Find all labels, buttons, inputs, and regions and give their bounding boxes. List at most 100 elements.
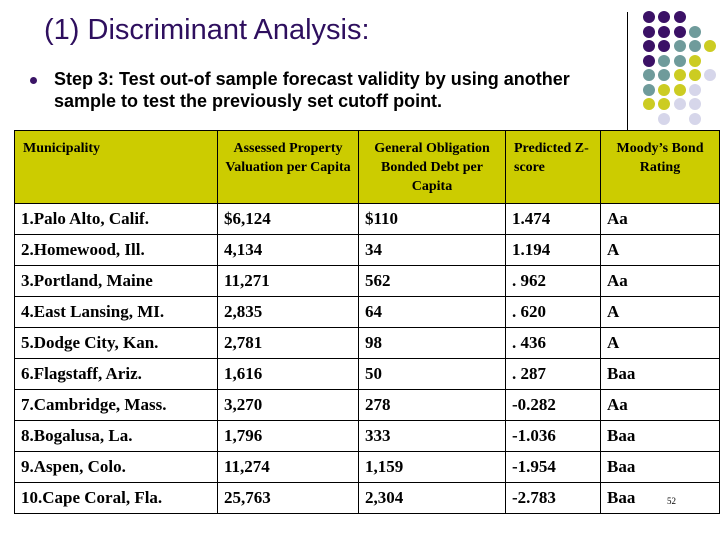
cell-z-score: -1.036 xyxy=(505,420,601,452)
cell-property-valuation: 3,270 xyxy=(217,389,359,421)
decorative-dot xyxy=(688,40,701,52)
cell-bond-rating: Aa xyxy=(600,389,720,421)
decorative-divider xyxy=(627,12,628,130)
cell-bond-rating: A xyxy=(600,327,720,359)
cell-property-valuation: 2,835 xyxy=(217,296,359,328)
cell-municipality: 10.Cape Coral, Fla. xyxy=(14,482,218,514)
decorative-dot xyxy=(673,11,686,23)
cell-property-valuation: 1,796 xyxy=(217,420,359,452)
decorative-dot xyxy=(704,40,717,52)
decorative-dot xyxy=(688,83,701,96)
decorative-dot xyxy=(704,69,717,81)
decorative-dot xyxy=(643,40,655,52)
cell-property-valuation: 11,274 xyxy=(217,451,359,483)
cell-z-score: . 962 xyxy=(505,265,601,297)
cell-municipality: 6.Flagstaff, Ariz. xyxy=(14,358,218,390)
decorative-dot xyxy=(688,112,701,125)
cell-bond-rating: Baa xyxy=(600,451,720,483)
cell-municipality: 3.Portland, Maine xyxy=(14,265,218,297)
decorative-dot xyxy=(658,112,671,125)
bullet-icon xyxy=(30,77,37,84)
cell-municipality: 2.Homewood, Ill. xyxy=(14,234,218,266)
decorative-dot xyxy=(673,83,686,96)
cell-bond-rating: A xyxy=(600,234,720,266)
cell-z-score: -1.954 xyxy=(505,451,601,483)
cell-property-valuation: 11,271 xyxy=(217,265,359,297)
table-row: 3.Portland, Maine 11,271 562. 962 Aa xyxy=(14,265,720,297)
page-number: 52 xyxy=(667,496,676,506)
cell-bond-rating: Baa xyxy=(600,482,720,514)
slide-title: (1) Discriminant Analysis: xyxy=(44,14,370,46)
cell-bonded-debt: 50 xyxy=(358,358,506,390)
cell-municipality: 7.Cambridge, Mass. xyxy=(14,389,218,421)
header-bonded-debt: General Obligation Bonded Debt per Capit… xyxy=(358,130,506,204)
decorative-dot xyxy=(673,40,686,52)
decorative-dot xyxy=(688,69,701,81)
table-row: 4.East Lansing, MI. 2,835 64. 620 A xyxy=(14,296,720,328)
decorative-dot xyxy=(658,11,671,23)
decorative-dot xyxy=(643,83,655,96)
cell-bonded-debt: 34 xyxy=(358,234,506,266)
decorative-dot xyxy=(643,11,655,23)
cell-bonded-debt: 2,304 xyxy=(358,482,506,514)
cell-property-valuation: 4,134 xyxy=(217,234,359,266)
header-municipality: Municipality xyxy=(14,130,218,204)
cell-property-valuation: $6,124 xyxy=(217,203,359,235)
cell-bonded-debt: 98 xyxy=(358,327,506,359)
bullet-text: Step 3: Test out-of sample forecast vali… xyxy=(54,69,570,111)
header-z-score: Predicted Z-score xyxy=(505,130,601,204)
decorative-dot xyxy=(688,54,701,67)
table-row: 7.Cambridge, Mass. 3,270 278 -0.282 Aa xyxy=(14,389,720,421)
table-row: 9.Aspen, Colo. 11,274 1,159 -1.954 Baa xyxy=(14,451,720,483)
cell-property-valuation: 25,763 xyxy=(217,482,359,514)
cell-z-score: . 287 xyxy=(505,358,601,390)
cell-municipality: 1.Palo Alto, Calif. xyxy=(14,203,218,235)
decorative-dot xyxy=(658,40,671,52)
cell-bond-rating: Baa xyxy=(600,358,720,390)
cell-bond-rating: Aa xyxy=(600,203,720,235)
cell-z-score: . 620 xyxy=(505,296,601,328)
cell-z-score: 1.474 xyxy=(505,203,601,235)
cell-bond-rating: A xyxy=(600,296,720,328)
decorative-dot xyxy=(643,69,655,81)
decorative-dot xyxy=(658,98,671,110)
cell-z-score: -0.282 xyxy=(505,389,601,421)
cell-municipality: 4.East Lansing, MI. xyxy=(14,296,218,328)
cell-z-score: 1.194 xyxy=(505,234,601,266)
cell-municipality: 8.Bogalusa, La. xyxy=(14,420,218,452)
cell-bonded-debt: 1,159 xyxy=(358,451,506,483)
cell-bond-rating: Aa xyxy=(600,265,720,297)
decorative-dot xyxy=(688,98,701,110)
cell-z-score: . 436 xyxy=(505,327,601,359)
decorative-dot xyxy=(688,25,701,38)
cell-municipality: 9.Aspen, Colo. xyxy=(14,451,218,483)
table-row: 10.Cape Coral, Fla. 25,763 2,304 -2.783 Baa xyxy=(14,482,720,514)
decorative-dot xyxy=(643,25,655,38)
table-row: 8.Bogalusa, La. 1,796 333 -1.036 Baa xyxy=(14,420,720,452)
decorative-dot xyxy=(643,98,655,110)
decorative-dot xyxy=(658,83,671,96)
cell-bonded-debt: 64 xyxy=(358,296,506,328)
header-property-valuation: Assessed Property Valuation per Capita xyxy=(217,130,359,204)
table-row: 1.Palo Alto, Calif. $6,124 $110 1.474 Aa xyxy=(14,203,720,235)
cell-bonded-debt: 278 xyxy=(358,389,506,421)
decorative-dot xyxy=(673,98,686,110)
cell-bonded-debt: 562 xyxy=(358,265,506,297)
cell-property-valuation: 2,781 xyxy=(217,327,359,359)
cell-bonded-debt: $110 xyxy=(358,203,506,235)
table-header-row: Municipality Assessed Property Valuation… xyxy=(14,130,720,204)
table-row: 2.Homewood, Ill. 4,134 34 1.194 A xyxy=(14,234,720,266)
decorative-dot xyxy=(658,54,671,67)
cell-z-score: -2.783 xyxy=(505,482,601,514)
cell-bonded-debt: 333 xyxy=(358,420,506,452)
decorative-dot xyxy=(643,54,655,67)
cell-municipality: 5.Dodge City, Kan. xyxy=(14,327,218,359)
decorative-dot xyxy=(673,54,686,67)
decorative-dot xyxy=(673,69,686,81)
cell-property-valuation: 1,616 xyxy=(217,358,359,390)
table-row: 6.Flagstaff, Ariz. 1,616 50. 287 Baa xyxy=(14,358,720,390)
table-row: 5.Dodge City, Kan. 2,781 98. 436 A xyxy=(14,327,720,359)
cell-bond-rating: Baa xyxy=(600,420,720,452)
decorative-dot xyxy=(673,25,686,38)
header-bond-rating: Moody’s Bond Rating xyxy=(600,130,720,204)
